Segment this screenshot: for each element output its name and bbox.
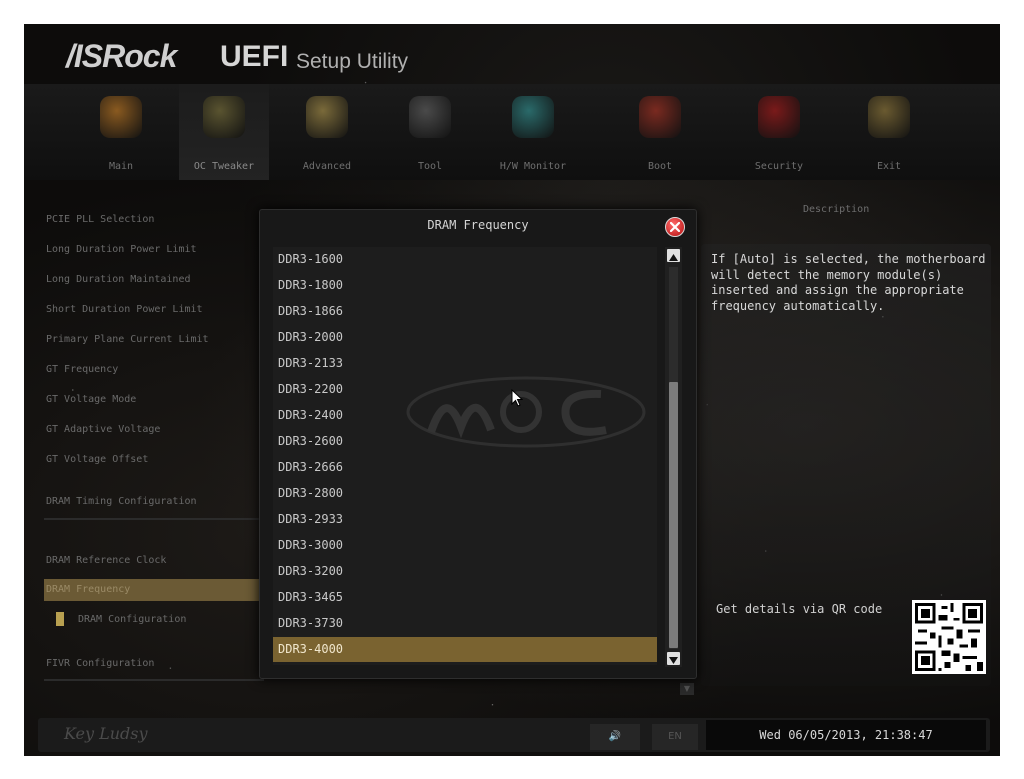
setting-long-duration-power-limit[interactable]: Long Duration Power Limit [44, 239, 262, 261]
setting-dram-reference-clock[interactable]: DRAM Reference Clock [44, 550, 262, 572]
setting-gt-voltage-mode[interactable]: GT Voltage Mode [44, 389, 262, 411]
tab-security[interactable]: Security [734, 84, 824, 180]
exit-door-icon [868, 96, 910, 138]
arrow-down-icon [669, 657, 678, 664]
setting-dram-configuration[interactable]: DRAM Configuration [44, 609, 262, 631]
tab-hw-monitor[interactable]: H/W Monitor [488, 84, 578, 180]
dialog-title: DRAM Frequency [427, 218, 529, 232]
shield-icon [758, 96, 800, 138]
setup-utility-label: Setup Utility [296, 50, 409, 73]
divider [44, 518, 264, 520]
tab-oc-tweaker[interactable]: OC Tweaker [179, 84, 269, 180]
option-ddr3-3200[interactable]: DDR3-3200 [273, 559, 657, 584]
setting-dram-timing-configuration[interactable]: DRAM Timing Configuration [44, 491, 262, 513]
setting-dram-frequency[interactable]: DRAM Frequency [44, 579, 262, 601]
scroll-down-button[interactable] [667, 652, 680, 665]
option-ddr3-3465[interactable]: DDR3-3465 [273, 585, 657, 610]
option-ddr3-1866[interactable]: DDR3-1866 [273, 299, 657, 324]
setting-gt-frequency[interactable]: GT Frequency [44, 359, 262, 381]
option-ddr3-2400[interactable]: DDR3-2400 [273, 403, 657, 428]
oc-tweaker-icon [203, 96, 245, 138]
setting-fivr-configuration[interactable]: FIVR Configuration [44, 653, 262, 675]
main-icon [100, 96, 142, 138]
option-ddr3-2200[interactable]: DDR3-2200 [273, 377, 657, 402]
tab-main[interactable]: Main [76, 84, 166, 180]
setting-primary-plane-current-limit[interactable]: Primary Plane Current Limit [44, 329, 262, 351]
option-ddr3-2666[interactable]: DDR3-2666 [273, 455, 657, 480]
option-ddr3-2133[interactable]: DDR3-2133 [273, 351, 657, 376]
option-ddr3-1600[interactable]: DDR3-1600 [273, 247, 657, 272]
option-ddr3-2800[interactable]: DDR3-2800 [273, 481, 657, 506]
option-ddr3-2600[interactable]: DDR3-2600 [273, 429, 657, 454]
tab-boot[interactable]: Boot [615, 84, 705, 180]
signature: Key Ludsy [64, 724, 148, 743]
scroll-up-button[interactable] [667, 249, 680, 262]
option-ddr3-2000[interactable]: DDR3-2000 [273, 325, 657, 350]
setting-pcie-pll[interactable]: PCIE PLL Selection [44, 209, 262, 231]
scroll-thumb[interactable] [669, 382, 678, 648]
star-icon [306, 96, 348, 138]
mouse-cursor-icon [511, 389, 523, 407]
speaker-icon: 🔊 [608, 731, 622, 742]
description-title: Description [803, 204, 870, 215]
option-ddr3-4000[interactable]: DDR3-4000 [273, 637, 657, 662]
tab-exit[interactable]: Exit [844, 84, 934, 180]
frequency-options-list: DDR3-1600 DDR3-1800 DDR3-1866 DDR3-2000 … [273, 247, 657, 665]
dram-frequency-dialog: DRAM Frequency DDR3-1600 DDR3-1800 DDR3-… [259, 209, 697, 679]
sound-button[interactable]: 🔊 [590, 724, 640, 750]
setting-gt-voltage-offset[interactable]: GT Voltage Offset [44, 449, 262, 471]
arrow-up-icon [669, 254, 678, 261]
option-ddr3-3730[interactable]: DDR3-3730 [273, 611, 657, 636]
language-button[interactable]: EN [652, 724, 698, 750]
option-ddr3-2933[interactable]: DDR3-2933 [273, 507, 657, 532]
close-button[interactable] [665, 217, 685, 237]
option-ddr3-1800[interactable]: DDR3-1800 [273, 273, 657, 298]
qr-code-pattern [914, 602, 984, 672]
setting-short-duration-power-limit[interactable]: Short Duration Power Limit [44, 299, 262, 321]
options-scrollbar[interactable] [665, 247, 682, 667]
setting-gt-adaptive-voltage[interactable]: GT Adaptive Voltage [44, 419, 262, 441]
folder-icon [56, 612, 64, 626]
bios-screen: /ISRock UEFI Setup Utility Main OC Tweak… [24, 24, 1000, 756]
radar-icon [512, 96, 554, 138]
description-scroll-down[interactable]: ▼ [680, 683, 694, 695]
datetime-display: Wed 06/05/2013, 21:38:47 [706, 720, 986, 750]
divider [44, 679, 264, 681]
qr-code-label: Get details via QR code [716, 602, 883, 616]
setting-long-duration-maintained[interactable]: Long Duration Maintained [44, 269, 262, 291]
toolbox-icon [409, 96, 451, 138]
asrock-logo: /ISRock [66, 38, 177, 74]
option-ddr3-3000[interactable]: DDR3-3000 [273, 533, 657, 558]
uefi-label: UEFI [220, 40, 289, 73]
tab-advanced[interactable]: Advanced [282, 84, 372, 180]
description-text: If [Auto] is selected, the motherboard w… [711, 252, 986, 313]
close-icon [670, 222, 680, 232]
main-menu-bar: Main OC Tweaker Advanced Tool H/W Monito… [24, 84, 1000, 180]
tab-tool[interactable]: Tool [385, 84, 475, 180]
qr-code-image[interactable] [912, 600, 986, 674]
joystick-icon [639, 96, 681, 138]
